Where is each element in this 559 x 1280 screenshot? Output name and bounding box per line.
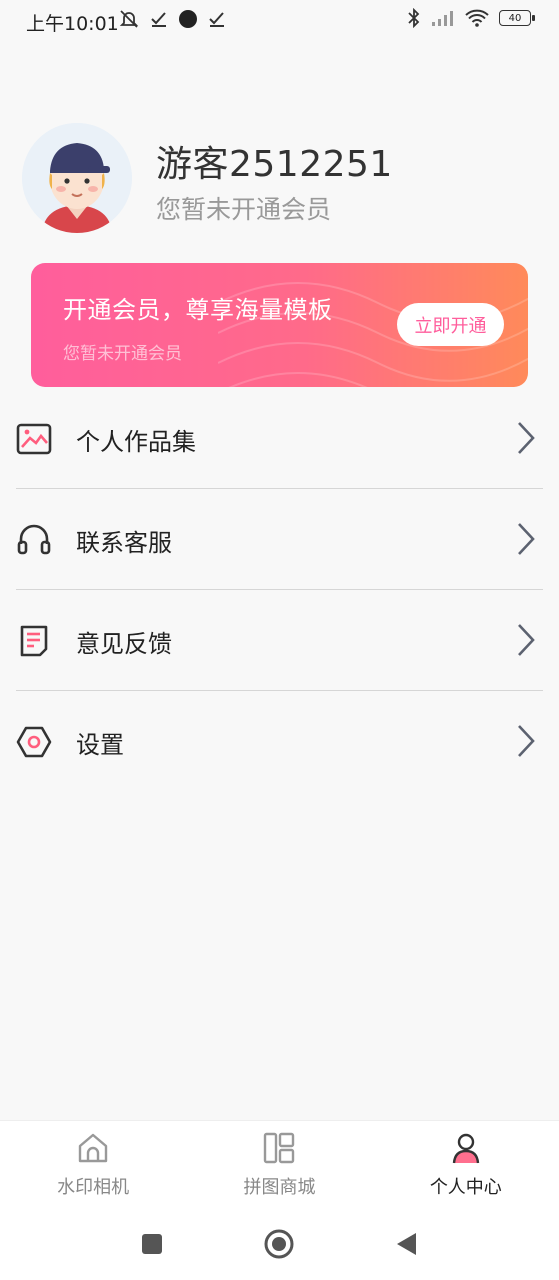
chevron-right-icon [518,523,535,555]
tab-label: 水印相机 [57,1177,130,1198]
recent-apps-icon[interactable] [136,1228,168,1260]
bluetooth-icon [408,8,420,28]
chevron-right-icon [518,624,535,656]
avatar-illustration [22,123,132,233]
vip-title: 开通会员，尊享海量模板 [63,296,333,324]
settings-icon [16,726,52,758]
home-button-icon[interactable] [263,1228,295,1260]
menu-item-customer-service[interactable]: 联系客服 [16,489,543,590]
battery-icon: 40 [499,10,535,26]
signal-icon [432,11,453,26]
menu-label: 设置 [76,731,124,759]
tab-collage-store[interactable]: 拼图商城 [186,1121,372,1209]
menu-list: 个人作品集 联系客服 意见反馈 设置 [16,388,543,791]
menu-item-portfolio[interactable]: 个人作品集 [16,388,543,489]
menu-item-settings[interactable]: 设置 [16,691,543,791]
layout-icon [264,1132,295,1164]
tab-label: 拼图商城 [243,1177,316,1198]
check-icon [209,12,224,27]
system-nav-bar [0,1208,559,1280]
username: 游客2512251 [156,144,393,185]
headset-icon [17,524,51,555]
feedback-icon [20,625,48,657]
tab-label: 个人中心 [429,1177,502,1198]
dot-icon [179,10,197,28]
bottom-tab-bar: 水印相机 拼图商城 个人中心 [0,1120,559,1209]
membership-status: 您暂未开通会员 [156,195,332,224]
mute-icon [119,10,139,28]
tab-watermark-camera[interactable]: 水印相机 [0,1121,186,1209]
status-bar: 上午10:01 40 [0,0,559,44]
menu-label: 意见反馈 [76,630,172,658]
vip-banner[interactable]: 开通会员，尊享海量模板 您暂未开通会员 立即开通 [31,263,528,387]
vip-subtitle: 您暂未开通会员 [63,344,182,364]
image-icon [16,423,52,455]
chevron-right-icon [518,422,535,454]
tab-personal-center[interactable]: 个人中心 [373,1121,559,1209]
menu-label: 联系客服 [76,529,172,557]
chevron-right-icon [518,725,535,757]
wifi-icon [465,9,489,27]
profile-header: 游客2512251 您暂未开通会员 [22,123,542,233]
menu-label: 个人作品集 [76,428,196,456]
avatar[interactable] [22,123,132,233]
menu-item-feedback[interactable]: 意见反馈 [16,590,543,691]
activate-vip-button[interactable]: 立即开通 [397,303,504,346]
check-icon [151,12,166,27]
status-time: 上午10:01 [26,13,119,35]
home-icon [78,1133,108,1163]
back-icon[interactable] [390,1228,422,1260]
user-icon [452,1133,480,1164]
